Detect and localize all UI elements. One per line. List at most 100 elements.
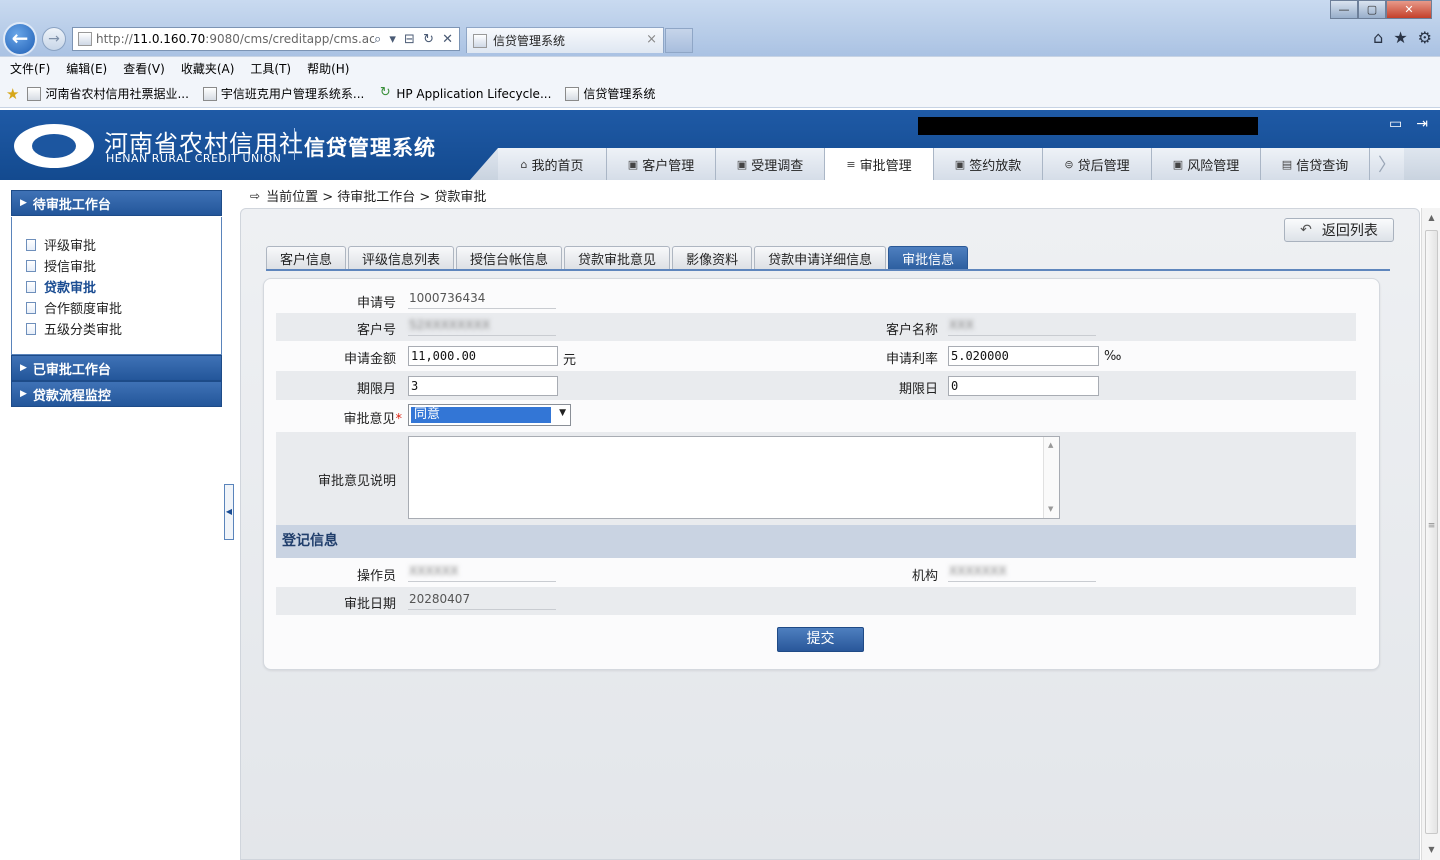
return-list-button[interactable]: ↶ 返回列表: [1284, 218, 1394, 242]
term-day-label: 期限日: [898, 382, 938, 397]
browser-toolbar-icons: ⌂ ★ ⚙: [1373, 28, 1432, 47]
logout-icon[interactable]: ⇥: [1416, 116, 1428, 132]
back-button[interactable]: ←: [3, 22, 37, 56]
favorite-link[interactable]: 河南省农村信用社票据业...: [27, 85, 189, 102]
opinion-select[interactable]: 同意 ▼: [408, 404, 571, 426]
nav-customer[interactable]: ▣ 客户管理: [607, 148, 716, 180]
rate-label: 申请利率: [885, 352, 938, 367]
nav-postloan[interactable]: ⊜ 贷后管理: [1043, 148, 1152, 180]
gear-icon[interactable]: ⚙: [1418, 28, 1432, 47]
nav-contract[interactable]: ▣ 签约放款: [934, 148, 1043, 180]
expand-icon: ▶: [20, 389, 27, 399]
rate-input[interactable]: 5.020000: [948, 346, 1099, 366]
customer-no-value: 52XXXXXXXX: [408, 318, 556, 336]
scroll-thumb[interactable]: ≡: [1425, 230, 1438, 834]
tab-favicon-icon: [473, 33, 487, 48]
page-icon: [202, 86, 217, 101]
sidebar-item-rating[interactable]: 评级审批: [26, 235, 96, 254]
tab-rating-list[interactable]: 评级信息列表: [348, 246, 455, 270]
tab-approval-info[interactable]: 审批信息: [888, 246, 969, 270]
home-icon[interactable]: ⌂: [1373, 28, 1383, 47]
submit-button[interactable]: 提交: [777, 627, 864, 652]
nav-query[interactable]: ▤ 信贷查询: [1261, 148, 1370, 180]
maximize-button[interactable]: ▢: [1358, 0, 1386, 19]
forward-button[interactable]: →: [42, 27, 66, 51]
tab-credit-ledger[interactable]: 授信台帐信息: [456, 246, 563, 270]
new-tab-button[interactable]: [665, 28, 693, 53]
nav-risk[interactable]: ▣ 风险管理: [1152, 148, 1261, 180]
term-day-input[interactable]: 0: [948, 376, 1099, 396]
sidebar-collapse-handle[interactable]: ◀: [224, 484, 234, 540]
customer-name-value: XXX: [948, 318, 1096, 336]
risk-icon: ▣: [1172, 157, 1184, 171]
favorites-bar: ★ 河南省农村信用社票据业... 宇信班克用户管理系统系... ↻ HP Appl…: [0, 80, 1440, 108]
address-url[interactable]: http://11.0.160.70:9080/cms/creditapp/cm…: [96, 32, 374, 46]
menu-edit[interactable]: 编辑(E): [66, 60, 107, 77]
menu-tools[interactable]: 工具(T): [250, 60, 291, 77]
menu-help[interactable]: 帮助(H): [307, 60, 349, 77]
amount-unit: 元: [563, 353, 577, 368]
minimize-button[interactable]: —: [1330, 0, 1358, 19]
favorite-link[interactable]: 信贷管理系统: [565, 85, 655, 102]
favorite-link[interactable]: ↻ HP Application Lifecycle...: [378, 86, 551, 101]
amount-input[interactable]: 11,000.00: [408, 346, 558, 366]
sidebar-group-monitor[interactable]: ▶ 贷款流程监控: [11, 381, 222, 407]
page-scrollbar[interactable]: ▲ ≡ ▼: [1421, 208, 1440, 860]
nav-home[interactable]: ⌂ 我的首页: [498, 148, 607, 180]
operator-value: XXXXXX: [408, 564, 556, 582]
scroll-up-icon[interactable]: ▲: [1422, 210, 1440, 226]
favorite-link[interactable]: 宇信班克用户管理系统系...: [202, 85, 364, 102]
scroll-up-icon[interactable]: ▲: [1048, 441, 1053, 449]
sidebar-item-five-class[interactable]: 五级分类审批: [26, 319, 122, 338]
expand-icon: ▶: [20, 198, 27, 208]
star-icon[interactable]: ★: [1393, 28, 1407, 47]
home-icon: ⌂: [520, 157, 528, 171]
menu-favorites[interactable]: 收藏夹(A): [181, 60, 235, 77]
document-icon: [26, 238, 36, 251]
sidebar-item-loan[interactable]: 贷款审批: [26, 277, 96, 296]
menu-view[interactable]: 查看(V): [123, 60, 165, 77]
window-controls: — ▢ ✕: [1330, 0, 1432, 19]
system-name: 信贷管理系统: [304, 136, 436, 160]
tab-customer-info[interactable]: 客户信息: [266, 246, 347, 270]
tab-loan-opinion[interactable]: 贷款审批意见: [564, 246, 671, 270]
browser-tab[interactable]: 信贷管理系统 ×: [466, 27, 664, 53]
page-favicon-icon: [78, 32, 92, 46]
org-label: 机构: [911, 569, 938, 584]
sidebar-item-credit[interactable]: 授信审批: [26, 256, 96, 275]
nav-approval[interactable]: ≡ 审批管理: [825, 148, 934, 180]
menu-file[interactable]: 文件(F): [10, 60, 50, 77]
opinion-desc-textarea[interactable]: ▲ ▼: [408, 436, 1060, 519]
page-icon: [27, 86, 42, 101]
query-icon: ▤: [1281, 157, 1293, 171]
close-window-button[interactable]: ✕: [1386, 0, 1432, 19]
breadcrumb: ⇨ 当前位置 > 待审批工作台 > 贷款审批: [250, 186, 486, 206]
tab-close-icon[interactable]: ×: [646, 32, 657, 47]
sidebar-item-coop-limit[interactable]: 合作额度审批: [26, 298, 122, 317]
chevron-down-icon[interactable]: ▼: [559, 408, 566, 418]
tab-application-detail[interactable]: 贷款申请详细信息: [754, 246, 887, 270]
document-icon: [26, 280, 36, 293]
tab-images[interactable]: 影像资料: [672, 246, 753, 270]
scroll-down-icon[interactable]: ▼: [1422, 842, 1440, 858]
document-icon: [26, 301, 36, 314]
address-bar[interactable]: http://11.0.160.70:9080/cms/creditapp/cm…: [72, 27, 460, 51]
app-no-label: 申请号: [356, 296, 396, 311]
monitor-icon[interactable]: ▭: [1389, 116, 1402, 132]
address-tools[interactable]: ⌕ ▾ ⊟ ↻ ✕: [374, 32, 459, 47]
favorites-star-icon[interactable]: ★: [6, 85, 19, 103]
textarea-scrollbar[interactable]: ▲ ▼: [1043, 437, 1059, 518]
main-nav: ⌂ 我的首页 ▣ 客户管理 ▣ 受理调查 ≡ 审批管理 ▣ 签约放款 ⊜ 贷后管理 ▣ 风险管…: [498, 148, 1404, 180]
logo-divider: [294, 128, 295, 160]
term-month-label: 期限月: [356, 382, 396, 397]
nav-accept[interactable]: ▣ 受理调查: [716, 148, 825, 180]
postloan-icon: ⊜: [1064, 157, 1074, 171]
document-icon: [26, 322, 36, 335]
scroll-down-icon[interactable]: ▼: [1048, 505, 1053, 513]
sidebar-group-pending[interactable]: ▶ 待审批工作台: [11, 190, 222, 216]
term-month-input[interactable]: 3: [408, 376, 558, 396]
org-value: XXXXXXX: [948, 564, 1096, 582]
app-no-value: 1000736434: [408, 291, 556, 309]
sidebar-group-approved[interactable]: ▶ 已审批工作台: [11, 355, 222, 381]
nav-more-arrow-icon[interactable]: 〉: [1370, 148, 1404, 180]
